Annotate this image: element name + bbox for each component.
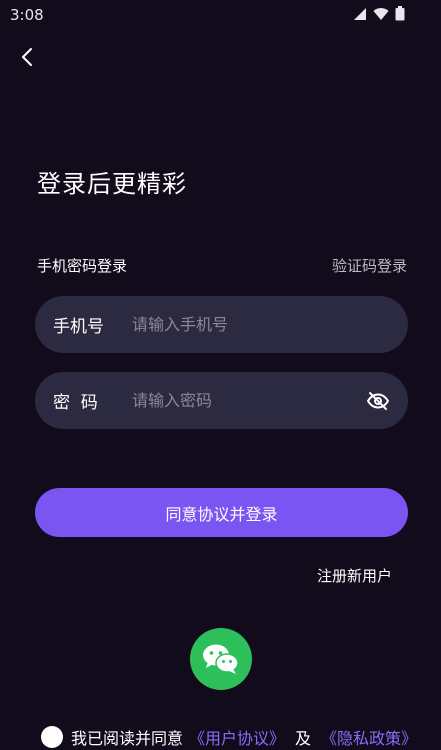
agreement-and: 及 (295, 729, 312, 748)
wifi-icon (373, 7, 389, 20)
phone-field: 手机号 (35, 296, 408, 353)
agree-checkbox[interactable] (41, 726, 63, 748)
register-link[interactable]: 注册新用户 (317, 565, 392, 586)
agreement-row: 我已阅读并同意 《用户协议》 及 《隐私政策》 (41, 724, 423, 750)
page-title: 登录后更精彩 (37, 170, 187, 198)
user-agreement-link[interactable]: 《用户协议》 (189, 725, 285, 749)
agreement-prefix: 我已阅读并同意 (71, 729, 184, 748)
phone-input[interactable] (132, 296, 352, 353)
battery-icon (395, 6, 405, 21)
wechat-login-button[interactable] (190, 628, 252, 690)
password-visibility-toggle[interactable] (366, 389, 390, 413)
login-mode-label: 手机密码登录 (37, 257, 128, 275)
wechat-icon (203, 644, 239, 674)
eye-off-icon (367, 392, 389, 410)
password-field: 密 码 (35, 372, 408, 429)
password-input[interactable] (132, 372, 352, 429)
sms-code-login-link[interactable]: 验证码登录 (332, 255, 407, 276)
password-label: 密 码 (53, 393, 98, 413)
status-time: 3:08 (10, 6, 44, 24)
phone-label: 手机号 (53, 317, 104, 337)
status-icons (353, 6, 405, 21)
privacy-policy-link[interactable]: 《隐私政策》 (321, 725, 417, 749)
status-bar: 3:08 (0, 0, 441, 30)
signal-icon (354, 7, 366, 20)
back-button[interactable] (12, 42, 42, 72)
chevron-left-icon (22, 48, 32, 66)
agree-and-login-button[interactable]: 同意协议并登录 (35, 488, 408, 537)
